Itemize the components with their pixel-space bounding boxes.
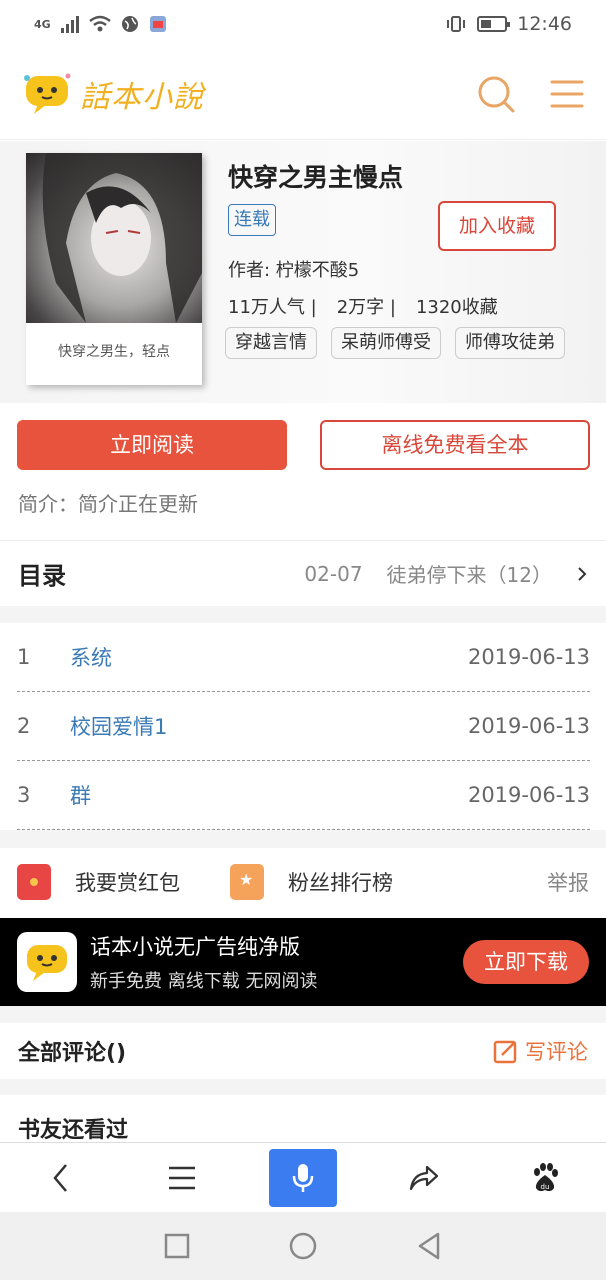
app-icon	[17, 932, 77, 992]
banner-subtitle: 新手免费 离线下载 无网阅读	[90, 971, 318, 992]
red-packet-link[interactable]: 我要赏红包	[75, 867, 180, 897]
comments-header: 全部评论() 写评论	[0, 1023, 606, 1079]
chapter-date: 2019-06-13	[467, 783, 590, 807]
battery-icon	[477, 16, 511, 32]
voice-search-button[interactable]	[268, 1148, 337, 1207]
app-logo[interactable]: 話本小說	[22, 72, 204, 116]
popularity-count: 11万人气 |	[228, 297, 317, 318]
menu-button[interactable]	[148, 1149, 216, 1207]
section-divider	[0, 1006, 606, 1023]
chapter-row[interactable]: 3 群 2019-06-13	[17, 761, 590, 830]
logo-chat-icon	[24, 73, 71, 114]
signal-icon	[60, 15, 79, 33]
offline-read-button[interactable]: 离线免费看全本	[320, 420, 590, 470]
catalog-header[interactable]: 目录 02-07 徒弟停下来（12）	[0, 540, 606, 606]
vibrate-icon	[447, 16, 466, 32]
svg-text:du: du	[541, 1183, 550, 1191]
favorites-count: 1320收藏	[415, 297, 498, 318]
globe-icon	[121, 16, 138, 32]
latest-chapter[interactable]: 02-07 徒弟停下来（12）	[304, 559, 588, 588]
chapter-number: 2	[17, 714, 31, 738]
reward-row: 我要赏红包 粉丝排行榜 举报	[0, 848, 606, 916]
chapter-title[interactable]: 校园爱情1	[70, 711, 468, 741]
app-notification-icon	[149, 16, 166, 32]
latest-chapter-title: 徒弟停下来（12）	[386, 563, 552, 587]
chapter-title[interactable]: 群	[70, 780, 468, 810]
app-header: 話本小說	[0, 48, 606, 140]
cover-illustration	[26, 153, 202, 323]
tag-item[interactable]: 师傅攻徒弟	[455, 327, 565, 359]
section-divider	[0, 830, 606, 848]
clock: 12:46	[517, 13, 572, 35]
report-link[interactable]: 举报	[547, 867, 589, 897]
back-nav-icon[interactable]	[416, 1231, 442, 1261]
catalog-title: 目录	[18, 562, 66, 590]
also-read-title: 书友还看过	[18, 1118, 129, 1143]
book-info-panel: 快穿之男生，轻点 快穿之男主慢点 连载 加入收藏 作者: 柠檬不酸5 11万人气…	[0, 141, 606, 403]
chapter-date: 2019-06-13	[467, 645, 590, 669]
browser-toolbar: du	[0, 1142, 606, 1212]
logo-text: 話本小說	[80, 79, 204, 115]
write-comment-label: 写评论	[525, 1040, 588, 1064]
word-count: 2万字 |	[336, 297, 396, 318]
chapter-number: 1	[17, 645, 31, 669]
hamburger-icon	[168, 1166, 195, 1189]
download-button[interactable]: 立即下载	[463, 940, 589, 984]
edit-icon	[493, 1040, 517, 1064]
share-button[interactable]	[390, 1149, 458, 1207]
status-badge: 连载	[228, 204, 276, 236]
chapter-row[interactable]: 2 校园爱情1 2019-06-13	[17, 692, 590, 761]
book-stats: 11万人气 | 2万字 | 1320收藏	[228, 293, 498, 319]
status-bar: 4G 12:46	[0, 0, 606, 48]
book-title: 快穿之男主慢点	[228, 163, 404, 192]
fan-rank-link[interactable]: 粉丝排行榜	[288, 867, 393, 897]
banner-text: 话本小说无广告纯净版 新手免费 离线下载 无网阅读	[90, 931, 463, 993]
share-icon	[410, 1165, 439, 1190]
system-nav-bar	[0, 1212, 606, 1280]
chapter-title[interactable]: 系统	[70, 642, 468, 672]
fan-rank-icon[interactable]	[230, 864, 264, 900]
network-type: 4G	[34, 17, 51, 31]
cover-caption: 快穿之男生，轻点	[58, 344, 170, 360]
status-left: 4G	[34, 15, 167, 33]
comments-title: 全部评论()	[18, 1041, 127, 1066]
chapter-list: 1 系统 2019-06-13 2 校园爱情1 2019-06-13 3 群 2…	[17, 623, 590, 830]
red-packet-icon[interactable]	[17, 864, 51, 900]
chapter-row[interactable]: 1 系统 2019-06-13	[17, 623, 590, 692]
search-icon[interactable]	[476, 74, 516, 114]
cover-figure	[42, 153, 202, 323]
tag-item[interactable]: 穿越言情	[225, 327, 317, 359]
chevron-right-icon	[578, 566, 587, 581]
app-download-banner[interactable]: 话本小说无广告纯净版 新手免费 离线下载 无网阅读 立即下载	[0, 918, 606, 1006]
section-divider	[0, 1079, 606, 1095]
tag-item[interactable]: 呆萌师傅受	[331, 327, 441, 359]
book-intro: 简介：简介正在更新	[18, 492, 198, 516]
home-icon[interactable]	[288, 1231, 318, 1261]
chapter-number: 3	[17, 783, 31, 807]
recent-apps-icon[interactable]	[164, 1233, 190, 1259]
add-favorite-button[interactable]: 加入收藏	[438, 201, 556, 251]
menu-icon[interactable]	[550, 79, 584, 109]
write-comment-button[interactable]: 写评论	[493, 1036, 588, 1066]
section-divider	[0, 606, 606, 623]
chapter-date: 2019-06-13	[467, 714, 590, 738]
baidu-button[interactable]: du	[511, 1149, 579, 1207]
latest-chapter-date: 02-07	[304, 561, 363, 586]
microphone-icon	[292, 1163, 314, 1192]
read-now-button[interactable]: 立即阅读	[17, 420, 287, 470]
chat-bubble-icon	[27, 945, 67, 981]
book-cover[interactable]: 快穿之男生，轻点	[26, 153, 202, 385]
chevron-left-icon	[52, 1163, 67, 1192]
wifi-icon	[88, 15, 111, 32]
status-right: 12:46	[445, 13, 572, 35]
tag-list: 穿越言情 呆萌师傅受 师傅攻徒弟	[225, 327, 581, 361]
author-name[interactable]: 作者: 柠檬不酸5	[228, 256, 359, 282]
header-actions	[476, 74, 584, 114]
baidu-paw-icon: du	[534, 1162, 559, 1191]
banner-title: 话本小说无广告纯净版	[90, 935, 300, 959]
back-button[interactable]	[27, 1149, 95, 1207]
